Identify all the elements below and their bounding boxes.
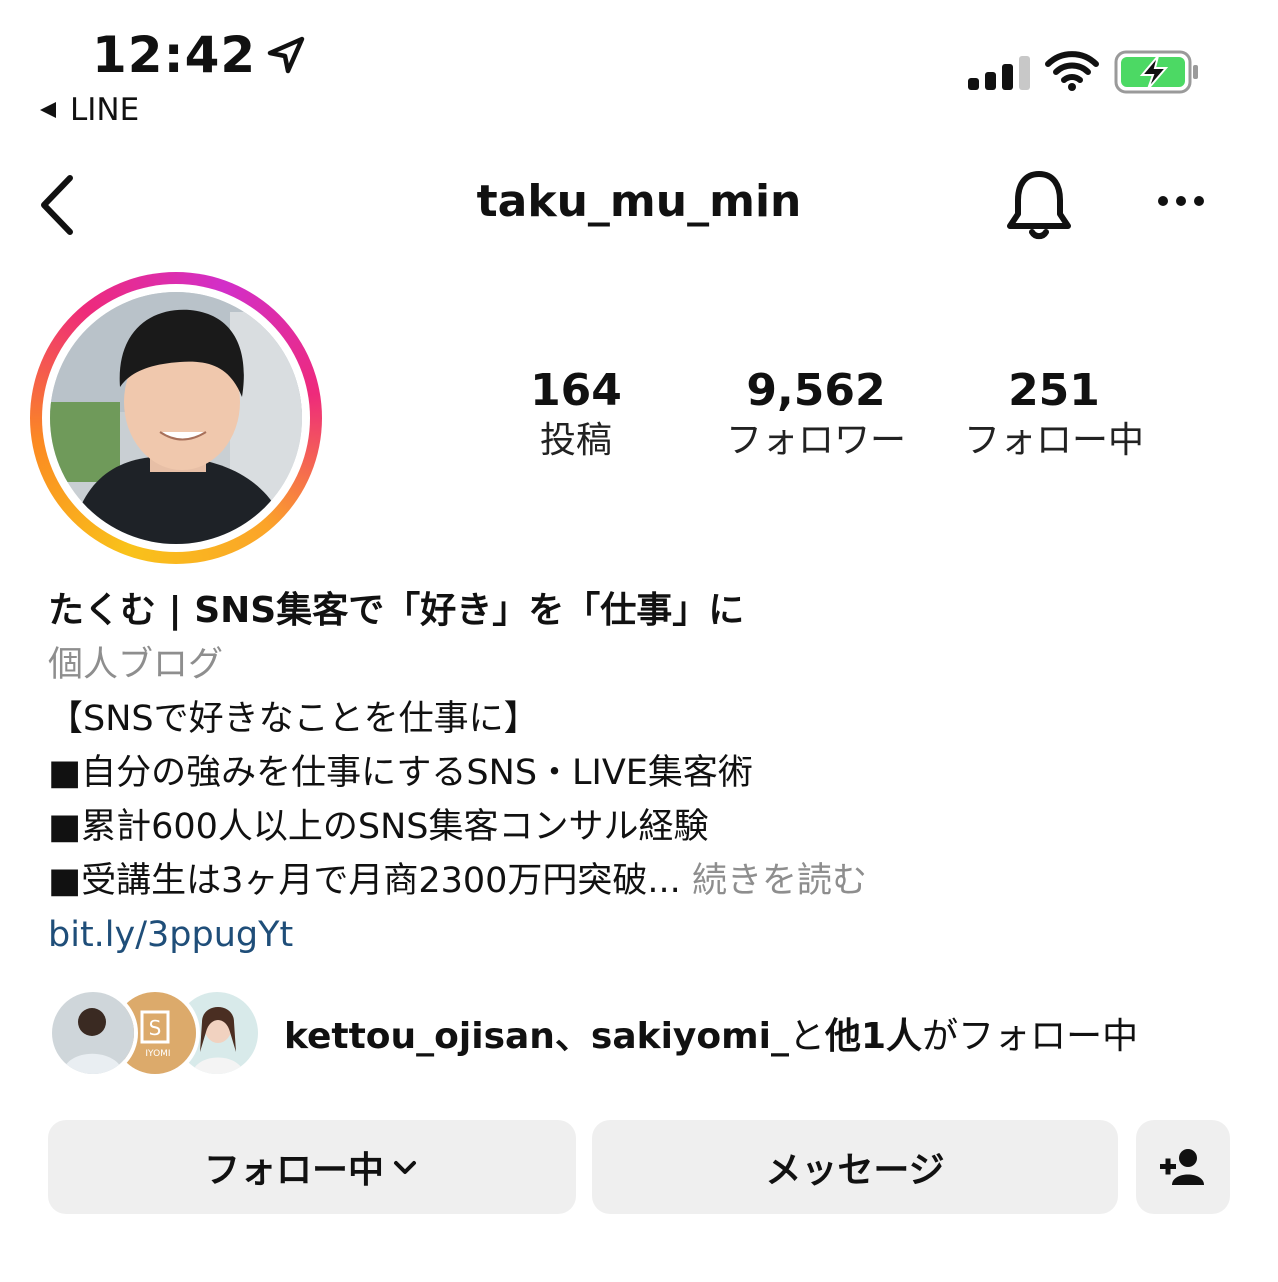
- avatar-photo: [50, 292, 302, 544]
- message-button-label: メッセージ: [765, 1150, 945, 1191]
- following-button[interactable]: フォロー中: [48, 1120, 576, 1214]
- bio-line: ■受講生は3ヶ月で月商2300万円突破...: [48, 861, 681, 901]
- following-button-label: フォロー中: [203, 1150, 384, 1191]
- bio-line-last: ■受講生は3ヶ月で月商2300万円突破... 続きを読む: [48, 854, 1228, 908]
- bio-link[interactable]: bit.ly/3ppugYt: [48, 908, 1228, 962]
- followers-label: フォロワー: [725, 420, 906, 461]
- stat-following[interactable]: 251 フォロー中: [944, 366, 1164, 466]
- message-button[interactable]: メッセージ: [592, 1120, 1118, 1214]
- profile-username: taku_mu_min: [476, 176, 802, 227]
- bio-line: 【SNSで好きなことを仕事に】: [48, 699, 539, 739]
- bio-line: ■自分の強みを仕事にするSNS・LIVE集客術: [48, 753, 753, 793]
- read-more-link[interactable]: 続きを読む: [692, 861, 867, 901]
- followers-count: 9,562: [746, 365, 886, 416]
- followed-by-text: kettou_ojisan、sakiyomi_と他1人がフォロー中: [284, 1007, 1138, 1059]
- bio-line: ■累計600人以上のSNS集客コンサル経験: [48, 807, 709, 847]
- notification-bell-icon[interactable]: [1004, 168, 1074, 242]
- back-to-app-button[interactable]: LINE: [38, 92, 139, 128]
- stat-posts[interactable]: 164 投稿: [466, 366, 686, 466]
- avatar[interactable]: [50, 292, 302, 544]
- back-triangle-icon: [40, 102, 56, 118]
- mutual-usernames[interactable]: kettou_ojisan、sakiyomi_: [284, 1016, 789, 1057]
- time-label: 12:42: [92, 26, 257, 84]
- profile-bio: たくむ | SNS集客で「好き」を「仕事」に 個人ブログ 【SNSで好きなことを…: [48, 584, 1228, 962]
- followed-by[interactable]: S IYOMI kettou_ojisan、sakiyomi_と他1人がフォロー中: [48, 988, 1138, 1078]
- mutual-avatar: [48, 988, 138, 1078]
- back-app-label: LINE: [70, 92, 140, 128]
- mutual-connector: と: [788, 1016, 825, 1057]
- status-time: 12:42: [92, 26, 306, 84]
- following-count: 251: [1008, 365, 1100, 416]
- stat-followers[interactable]: 9,562 フォロワー: [706, 366, 926, 466]
- suggest-users-button[interactable]: [1136, 1120, 1230, 1214]
- display-name: たくむ | SNS集客で「好き」を「仕事」に: [48, 590, 745, 631]
- profile-category: 個人ブログ: [48, 645, 224, 685]
- battery-charging-icon: [1114, 50, 1198, 94]
- posts-count: 164: [530, 365, 622, 416]
- add-person-icon: [1160, 1149, 1204, 1185]
- more-options-icon[interactable]: [1158, 196, 1204, 206]
- chevron-down-icon: [394, 1161, 416, 1174]
- wifi-icon: [1045, 51, 1099, 91]
- cellular-signal-icon: [968, 54, 1030, 90]
- mini-logo-text: IYOMI: [145, 1049, 170, 1059]
- posts-label: 投稿: [539, 420, 612, 461]
- following-label: フォロー中: [963, 420, 1144, 461]
- mutual-suffix: がフォロー中: [922, 1016, 1139, 1057]
- svg-text:S: S: [149, 1016, 162, 1040]
- mutual-others[interactable]: 他1人: [825, 1016, 922, 1057]
- location-arrow-icon: [267, 36, 305, 74]
